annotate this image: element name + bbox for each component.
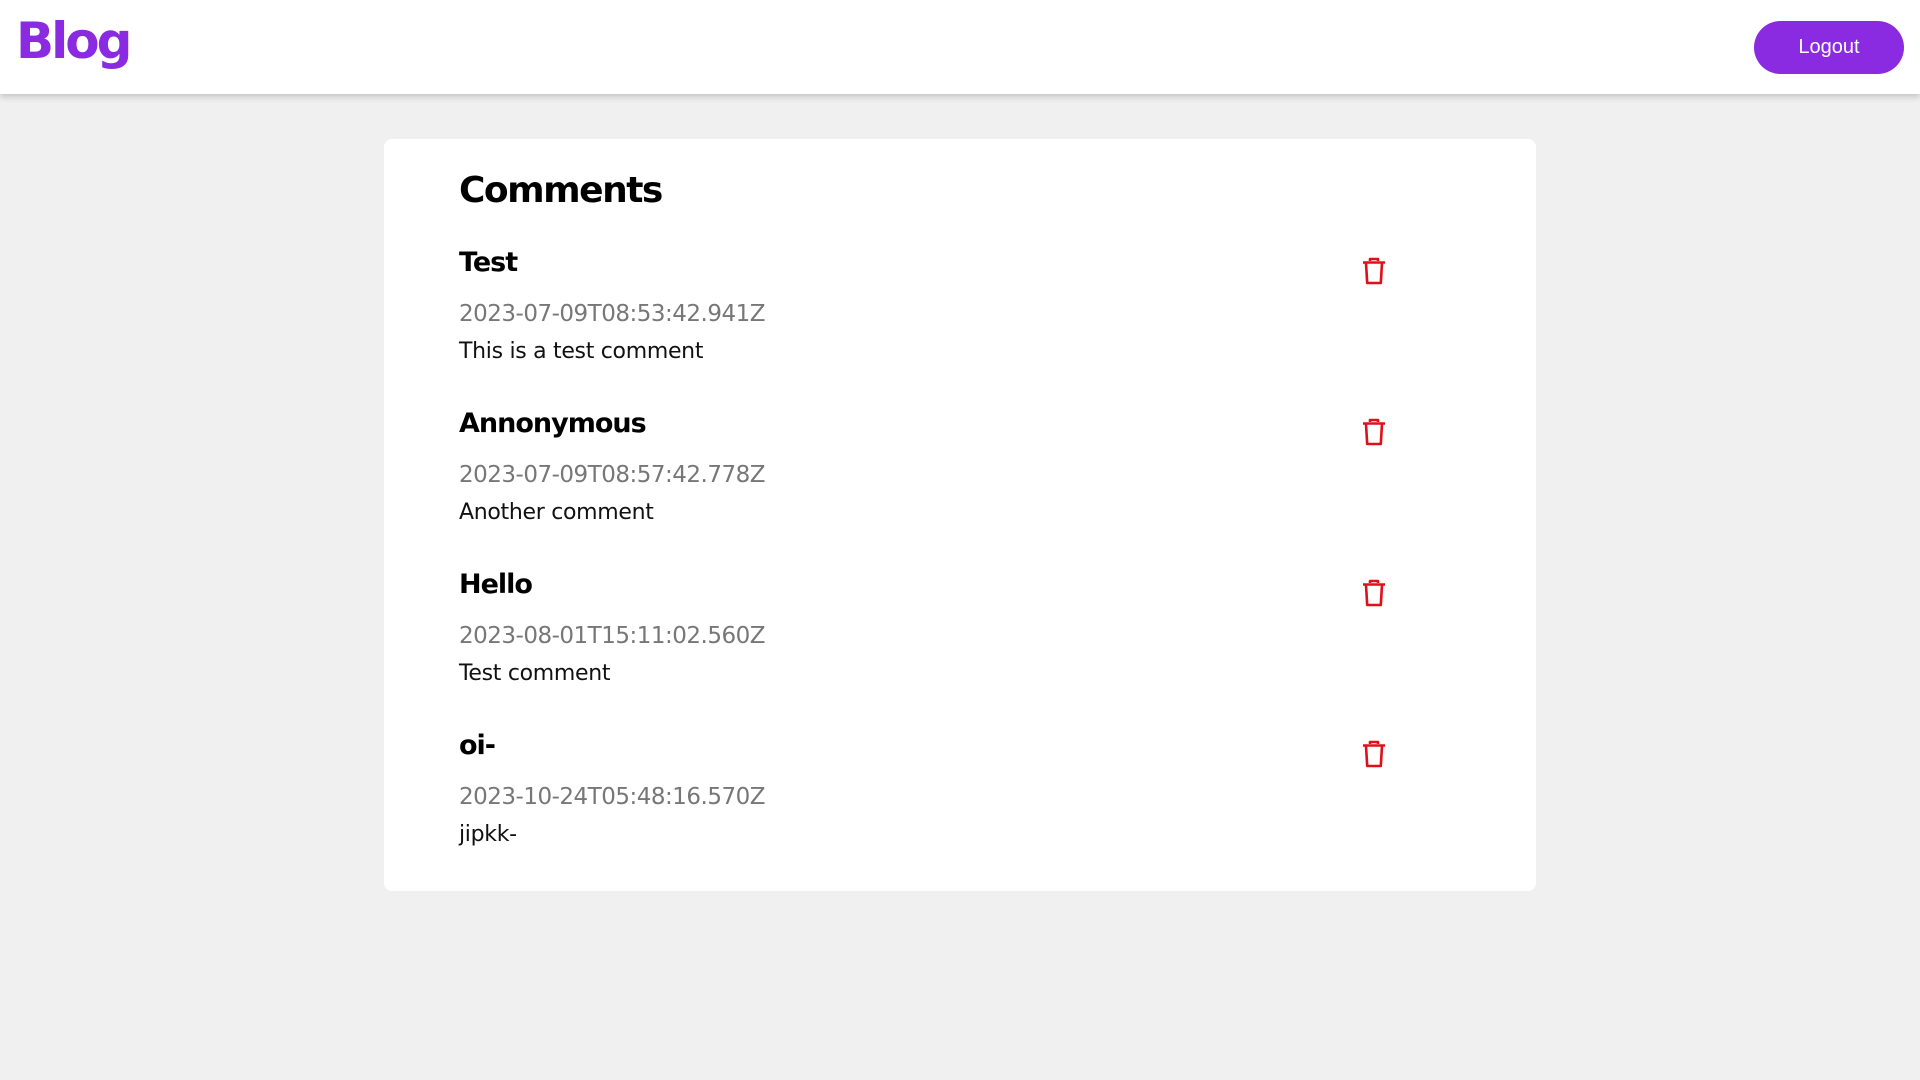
delete-comment-button[interactable]: [1361, 577, 1393, 609]
delete-comment-button[interactable]: [1361, 738, 1393, 770]
comment-date: 2023-10-24T05:48:16.570Z: [459, 784, 765, 810]
comment-text: Another comment: [459, 500, 654, 525]
comment-author: Annonymous: [459, 408, 647, 439]
blog-logo[interactable]: Blog: [16, 16, 132, 66]
comments-card: Comments Test 2023-07-09T08:53:42.941Z T…: [384, 139, 1536, 891]
comment-item: oi- 2023-10-24T05:48:16.570Z jipkk-: [459, 702, 1461, 863]
delete-comment-button[interactable]: [1361, 416, 1393, 448]
logout-button[interactable]: Logout: [1754, 21, 1904, 74]
comment-item: Hello 2023-08-01T15:11:02.560Z Test comm…: [459, 541, 1461, 702]
comment-text: jipkk-: [459, 822, 517, 847]
comment-author: Hello: [459, 569, 533, 600]
trash-icon: [1363, 579, 1385, 607]
trash-icon: [1363, 740, 1385, 768]
comment-date: 2023-07-09T08:53:42.941Z: [459, 301, 765, 327]
comment-text: Test comment: [459, 661, 611, 686]
trash-icon: [1363, 257, 1385, 285]
comment-date: 2023-07-09T08:57:42.778Z: [459, 462, 765, 488]
delete-comment-button[interactable]: [1361, 255, 1393, 287]
trash-icon: [1363, 418, 1385, 446]
comment-item: Annonymous 2023-07-09T08:57:42.778Z Anot…: [459, 380, 1461, 541]
comment-text: This is a test comment: [459, 339, 704, 364]
comment-date: 2023-08-01T15:11:02.560Z: [459, 623, 765, 649]
page-title: Comments: [459, 170, 663, 211]
comment-author: Test: [459, 247, 518, 278]
top-navbar: Blog Logout: [0, 0, 1920, 94]
comment-author: oi-: [459, 730, 496, 761]
comment-item: Test 2023-07-09T08:53:42.941Z This is a …: [459, 219, 1461, 380]
